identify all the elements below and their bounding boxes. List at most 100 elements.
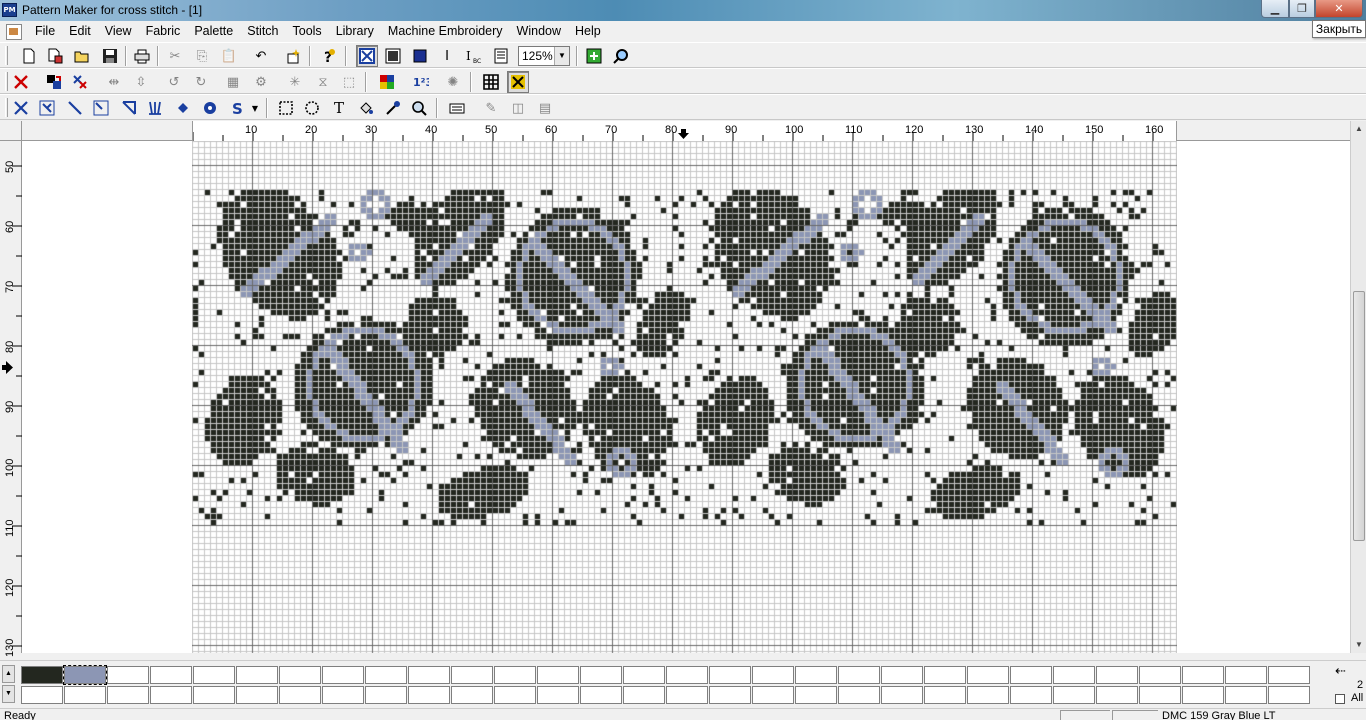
undo-icon[interactable]: ↶: [250, 45, 272, 67]
palette-swatch[interactable]: [193, 686, 235, 704]
palette-scroll-up-icon[interactable]: ▲: [2, 665, 15, 683]
palette-swatch[interactable]: [881, 686, 923, 704]
french-knot-icon[interactable]: [172, 97, 194, 119]
palette-swatch[interactable]: [451, 666, 493, 684]
open-icon[interactable]: [71, 45, 93, 67]
view-symbols-icon[interactable]: [356, 45, 378, 67]
zoom-magnifier-icon[interactable]: [610, 45, 632, 67]
toolbar-grip[interactable]: [5, 46, 8, 65]
full-stitch-icon[interactable]: [10, 97, 32, 119]
chevron-down-icon[interactable]: ▼: [554, 47, 569, 65]
copy-icon[interactable]: ⎘: [191, 45, 213, 67]
palette-swatch[interactable]: [322, 686, 364, 704]
print-icon[interactable]: [131, 45, 153, 67]
palette-swatch[interactable]: [236, 666, 278, 684]
palette-swatch[interactable]: [1053, 686, 1095, 704]
backstitch-icon[interactable]: [118, 97, 140, 119]
palette-swatch[interactable]: [580, 686, 622, 704]
stitch-grid-icon[interactable]: ▦: [222, 71, 244, 93]
quarter-stitch-icon[interactable]: [90, 97, 112, 119]
palette-swatch[interactable]: [1182, 666, 1224, 684]
three-quarter-stitch-icon[interactable]: [36, 97, 58, 119]
palette-swatch[interactable]: [150, 666, 192, 684]
half-stitch-icon[interactable]: [64, 97, 86, 119]
highlight-icon[interactable]: ✺: [442, 71, 464, 93]
palette-swatch[interactable]: [881, 666, 923, 684]
palette-swatch[interactable]: [150, 686, 192, 704]
palette-swatch[interactable]: [838, 686, 880, 704]
show-stitches-icon[interactable]: [507, 71, 529, 93]
view-blocks-icon[interactable]: [409, 45, 431, 67]
palette-swatch[interactable]: [1225, 686, 1267, 704]
scrollbar-thumb[interactable]: [1353, 291, 1365, 541]
menu-edit[interactable]: Edit: [62, 21, 98, 42]
palette-swatch[interactable]: [64, 686, 106, 704]
palette-swatch[interactable]: [967, 686, 1009, 704]
numbering-icon[interactable]: 1²3: [410, 71, 432, 93]
menu-machine-embroidery[interactable]: Machine Embroidery: [381, 21, 510, 42]
view-colors-icon[interactable]: [382, 45, 404, 67]
palette-swatch[interactable]: [365, 666, 407, 684]
menu-help[interactable]: Help: [568, 21, 608, 42]
palette-swatch[interactable]: [21, 686, 63, 704]
couching-icon[interactable]: [144, 97, 166, 119]
close-button[interactable]: ✕: [1315, 0, 1363, 18]
palette-swatch[interactable]: [1096, 666, 1138, 684]
all-checkbox[interactable]: [1335, 694, 1345, 704]
snowflake-icon[interactable]: ✳: [284, 71, 306, 93]
swap-colors-icon[interactable]: [69, 71, 91, 93]
palette-swatch[interactable]: [666, 686, 708, 704]
menu-library[interactable]: Library: [329, 21, 381, 42]
maximize-button[interactable]: ❐: [1289, 0, 1315, 18]
palette-swatch[interactable]: [21, 666, 63, 684]
wizard-icon[interactable]: [283, 45, 305, 67]
color-palette-icon[interactable]: [376, 71, 398, 93]
palette-swatch[interactable]: [322, 666, 364, 684]
gear-icon[interactable]: ⚙: [250, 71, 272, 93]
palette-swatch[interactable]: [838, 666, 880, 684]
palette-swatch[interactable]: [107, 686, 149, 704]
palette-swatch[interactable]: [1268, 686, 1310, 704]
palette-swatch[interactable]: [107, 666, 149, 684]
menu-fabric[interactable]: Fabric: [139, 21, 188, 42]
scroll-down-icon[interactable]: ▼: [1351, 637, 1366, 653]
palette-swatch[interactable]: [279, 686, 321, 704]
palette-swatch[interactable]: [1010, 666, 1052, 684]
palette-swatch[interactable]: [924, 686, 966, 704]
mirror-icon[interactable]: ⧖: [312, 71, 334, 93]
layers-icon[interactable]: ▤: [534, 97, 556, 119]
palette-swatch[interactable]: [451, 686, 493, 704]
palette-swatch[interactable]: [1225, 666, 1267, 684]
paste-icon[interactable]: 📋: [218, 45, 240, 67]
flip-horizontal-icon[interactable]: ⇹: [103, 71, 125, 93]
palette-swatch[interactable]: [795, 666, 837, 684]
grid-icon[interactable]: [480, 71, 502, 93]
vertical-scrollbar[interactable]: ▲ ▼: [1350, 121, 1366, 653]
palette-swatch[interactable]: [279, 666, 321, 684]
keyboard-icon[interactable]: [446, 97, 468, 119]
stitch-pattern-canvas[interactable]: [192, 141, 1177, 653]
palette-swatch[interactable]: [623, 686, 665, 704]
palette-swatch[interactable]: [580, 666, 622, 684]
chevron-down-icon[interactable]: ▼: [248, 97, 262, 119]
fill-bucket-icon[interactable]: [355, 97, 377, 119]
palette-swatch[interactable]: [494, 666, 536, 684]
zoom-fit-icon[interactable]: [583, 45, 605, 67]
list-icon[interactable]: [490, 45, 512, 67]
new-icon[interactable]: [18, 45, 40, 67]
help-icon[interactable]: ?: [317, 45, 339, 67]
replace-color-icon[interactable]: [43, 71, 65, 93]
palette-swatch[interactable]: [365, 686, 407, 704]
save-icon[interactable]: [99, 45, 121, 67]
zoom-tool-icon[interactable]: [408, 97, 430, 119]
palette-swatch[interactable]: [1096, 686, 1138, 704]
palette-swatch[interactable]: [494, 686, 536, 704]
palette-swatch[interactable]: [537, 666, 579, 684]
palette-swatch[interactable]: [408, 666, 450, 684]
menu-tools[interactable]: Tools: [286, 21, 329, 42]
palette-swatch[interactable]: [752, 666, 794, 684]
palette-swatch[interactable]: [1139, 666, 1181, 684]
cut-icon[interactable]: ✂: [164, 45, 186, 67]
palette-swatch[interactable]: [1182, 686, 1224, 704]
split-view-icon[interactable]: ◫: [507, 97, 529, 119]
